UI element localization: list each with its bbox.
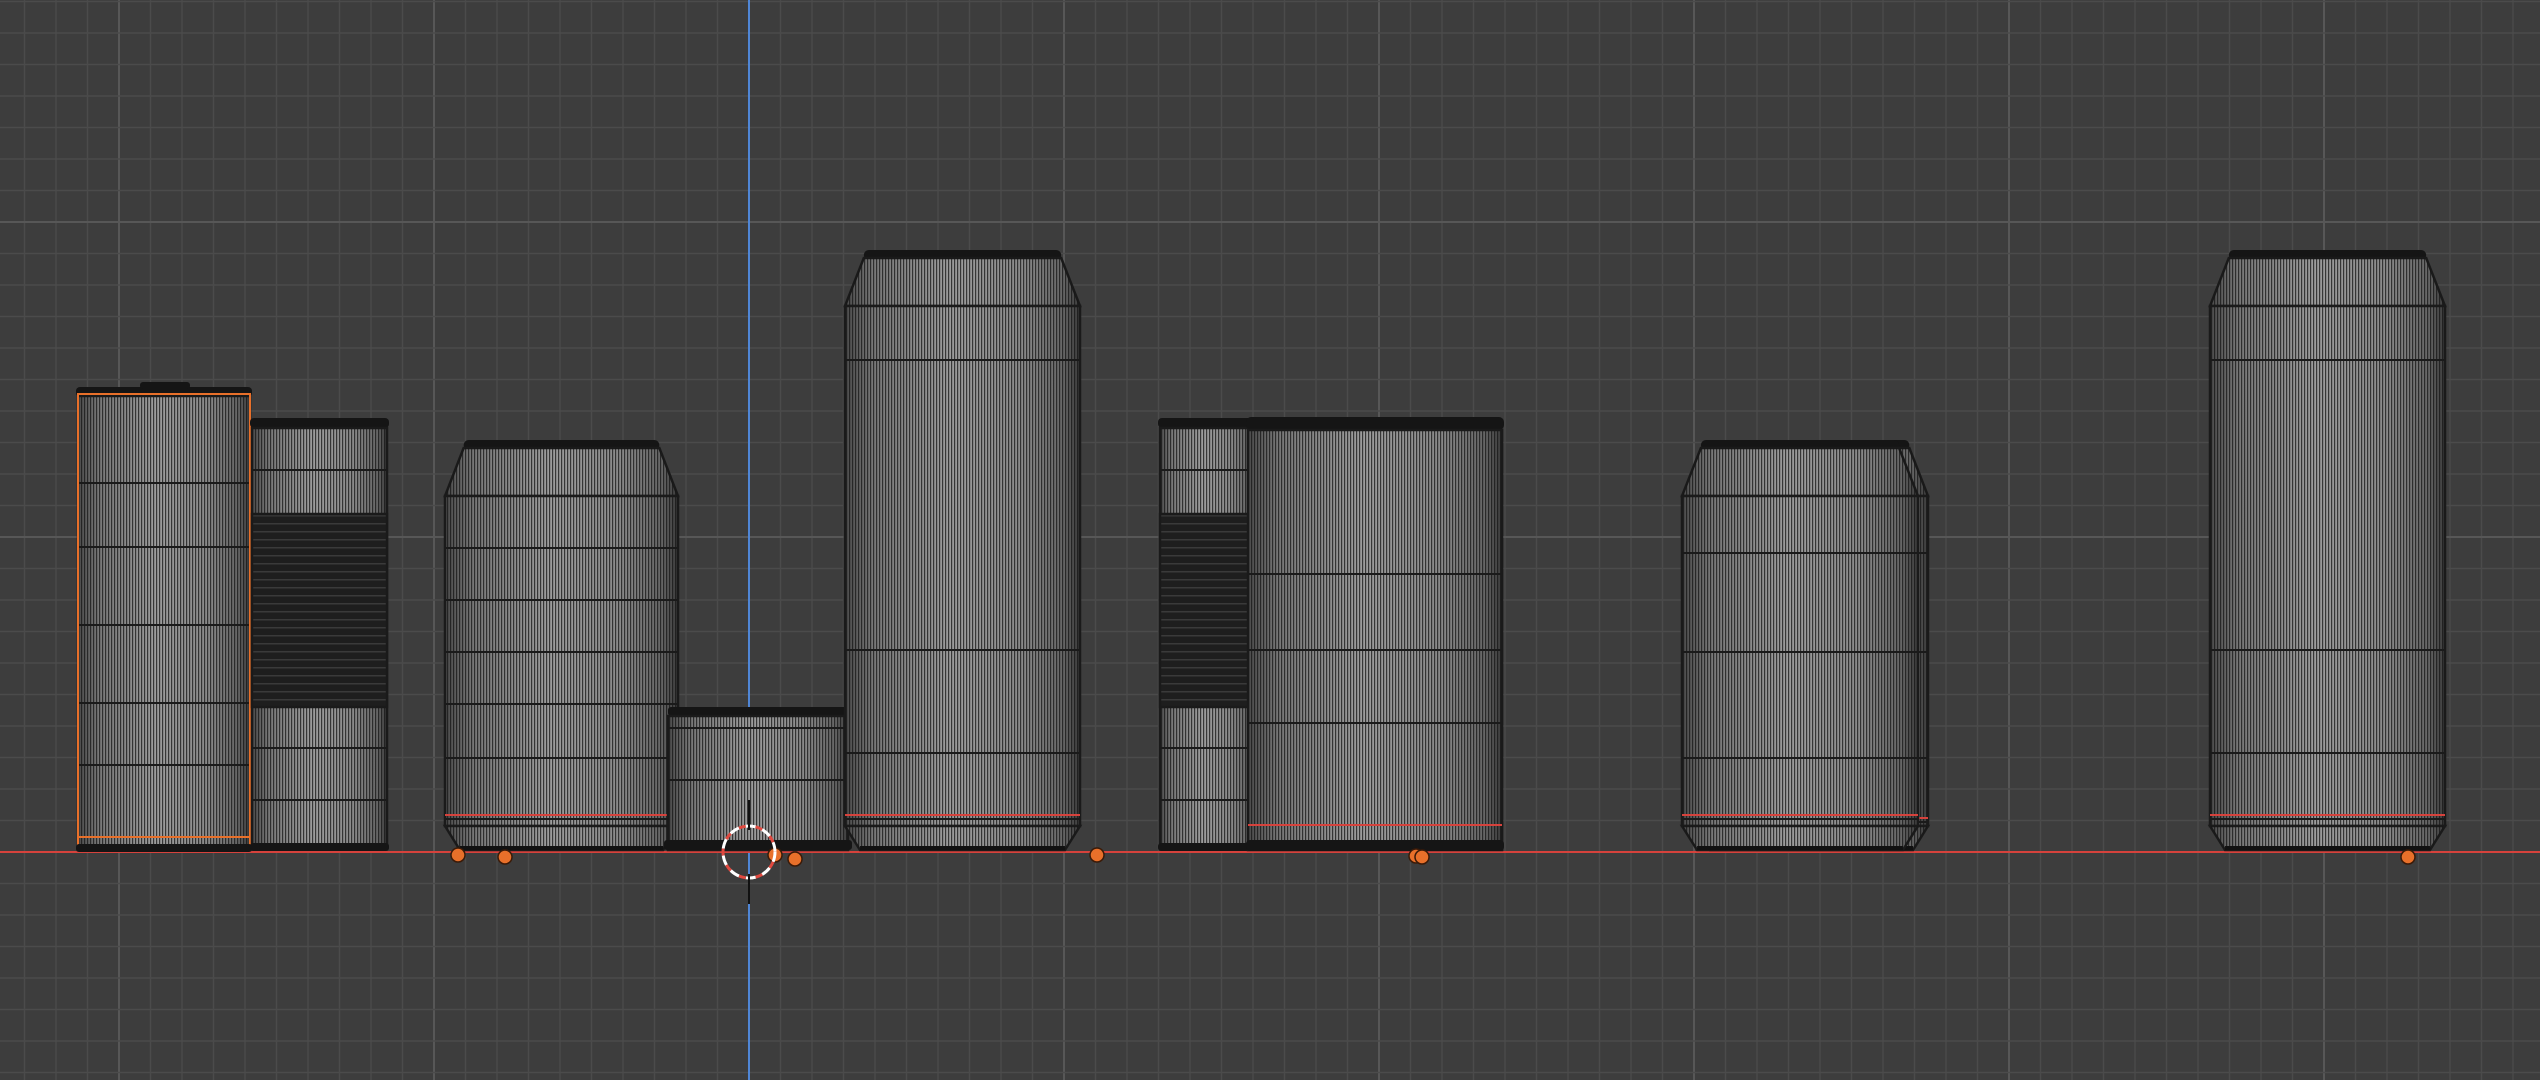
3d-viewport[interactable]	[0, 0, 2540, 1080]
origin-point-1	[450, 847, 466, 863]
viewport-scene[interactable]	[0, 0, 2540, 1080]
can-food-tin-left[interactable]	[250, 418, 389, 851]
origin-point-8	[2400, 849, 2416, 865]
can-tall-1[interactable]	[842, 250, 1083, 852]
can-wide[interactable]	[1246, 417, 1504, 852]
can-tall-slim[interactable]	[76, 382, 252, 852]
origin-point-7	[1414, 849, 1430, 865]
origin-point-2	[497, 849, 513, 865]
can-standard-2[interactable]	[1679, 440, 1931, 852]
origin-point-5	[1089, 847, 1105, 863]
origin-point-4	[787, 851, 803, 867]
can-tall-2[interactable]	[2207, 250, 2448, 852]
can-food-tin-right[interactable]	[1158, 418, 1257, 851]
can-standard-1[interactable]	[442, 440, 681, 852]
